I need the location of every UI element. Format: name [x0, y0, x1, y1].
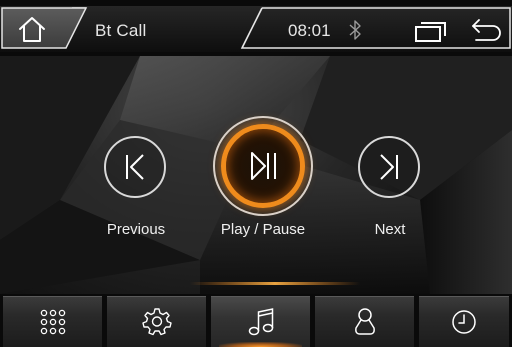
previous-label: Previous	[106, 221, 166, 238]
play-pause-label: Play / Pause	[220, 221, 306, 238]
active-indicator	[219, 342, 302, 347]
skip-previous-icon	[126, 154, 144, 180]
bottom-dock	[0, 294, 512, 347]
previous-button[interactable]	[104, 136, 166, 198]
bluetooth-icon	[349, 20, 361, 40]
bt-music-screen: Bt Call 08:01 Previous Play / Pause Next	[0, 0, 512, 347]
status-bar: Bt Call 08:01	[0, 0, 512, 56]
dock-settings-button[interactable]	[107, 296, 206, 347]
skip-next-icon	[380, 154, 398, 180]
page-title: Bt Call	[95, 21, 147, 40]
next-label: Next	[374, 221, 406, 238]
clock-time: 08:01	[288, 21, 331, 40]
window-button[interactable]	[412, 20, 448, 44]
play-pause-button[interactable]	[213, 116, 313, 216]
next-button[interactable]	[358, 136, 420, 198]
settings-icon	[141, 308, 172, 336]
home-icon	[19, 17, 45, 42]
back-button[interactable]	[468, 17, 504, 43]
music-note-icon	[248, 308, 273, 336]
dock-clock-button[interactable]	[419, 296, 509, 347]
contacts-icon	[354, 308, 375, 335]
home-button[interactable]	[14, 13, 50, 45]
back-icon	[472, 19, 501, 41]
window-icon	[415, 22, 446, 42]
dock-apps-button[interactable]	[3, 296, 102, 347]
clock-icon	[452, 310, 476, 334]
dock-music-button[interactable]	[211, 296, 310, 347]
play-pause-icon	[251, 152, 276, 180]
apps-grid-icon	[40, 309, 65, 335]
dock-contacts-button[interactable]	[315, 296, 414, 347]
